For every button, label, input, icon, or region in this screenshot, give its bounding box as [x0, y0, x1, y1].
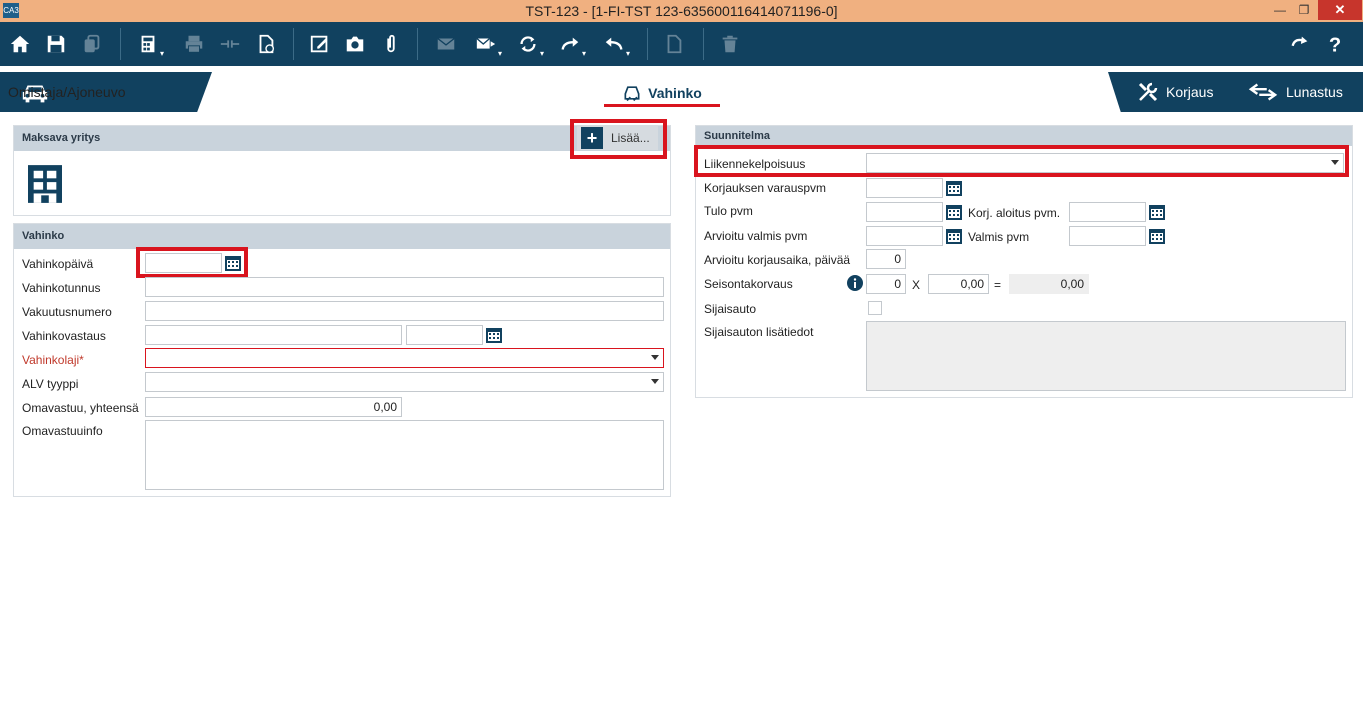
paperclip-icon[interactable]: [377, 29, 405, 59]
insurance-number-input[interactable]: [145, 301, 664, 321]
estimated-days-label: Arvioitu korjausaika, päivää: [704, 253, 851, 267]
copy-icon[interactable]: [78, 29, 106, 59]
document-check-icon[interactable]: [252, 29, 280, 59]
damage-id-input[interactable]: [145, 277, 664, 297]
deductible-info-textarea[interactable]: [145, 420, 664, 490]
help-icon[interactable]: ?: [1321, 29, 1349, 59]
merge-icon[interactable]: [216, 29, 244, 59]
calculator-icon[interactable]: ▾: [134, 29, 164, 59]
vat-type-select[interactable]: [145, 372, 664, 392]
home-icon[interactable]: [6, 29, 34, 59]
damage-date-label: Vahinkopäivä: [22, 257, 94, 271]
tab-owner-vehicle-label: Omistaja/Ajoneuvo: [8, 84, 126, 100]
downtime-days-input[interactable]: 0: [866, 274, 906, 294]
deductible-label: Omavastuu, yhteensä: [22, 401, 139, 415]
repair-start-label: Korj. aloitus pvm.: [968, 206, 1061, 220]
replacement-info-label: Sijaisauton lisätiedot: [704, 325, 814, 339]
downtime-label: Seisontakorvaus: [704, 277, 793, 291]
dropdown-arrow-icon: [651, 355, 659, 360]
exchange-arrows-icon: [1248, 83, 1278, 101]
tab-damage-label: Vahinko: [648, 85, 702, 101]
vat-type-label: ALV tyyppi: [22, 377, 79, 391]
forward-icon[interactable]: ▾: [556, 29, 586, 59]
damage-id-label: Vahinkotunnus: [22, 281, 101, 295]
downtime-rate-input[interactable]: 0,00: [928, 274, 989, 294]
mail-icon[interactable]: [432, 29, 460, 59]
svg-text:?: ?: [1329, 34, 1341, 55]
estimated-ready-label: Arvioitu valmis pvm: [704, 229, 808, 243]
calendar-icon[interactable]: [946, 228, 962, 244]
close-button[interactable]: ✕: [1318, 0, 1362, 20]
reply-icon[interactable]: ▾: [600, 29, 630, 59]
ready-date-input[interactable]: [1069, 226, 1146, 246]
equals-sign: =: [994, 278, 1002, 292]
repair-booking-date-label: Korjauksen varauspvm: [704, 181, 827, 195]
insurance-number-label: Vakuutusnumero: [22, 305, 112, 319]
damage-panel-header: Vahinko: [14, 224, 670, 249]
damage-handler-label: Vahinkovastaus: [22, 329, 106, 343]
window-title: TST-123 - [1-FI-TST 123-6356001164140711…: [525, 3, 838, 19]
replacement-car-checkbox[interactable]: [868, 301, 882, 315]
damage-handler-input[interactable]: [145, 325, 402, 345]
document-icon[interactable]: [660, 29, 688, 59]
tab-redemption-label: Lunastus: [1286, 84, 1343, 100]
car-crash-icon: [624, 86, 640, 102]
save-icon[interactable]: [42, 29, 70, 59]
print-icon[interactable]: [180, 29, 208, 59]
restore-button[interactable]: ❐: [1290, 0, 1318, 20]
repair-booking-date-input[interactable]: [866, 178, 943, 198]
estimated-days-input[interactable]: 0: [866, 249, 906, 269]
title-bar: CA3 TST-123 - [1-FI-TST 123-635600116414…: [0, 0, 1363, 22]
deductible-input[interactable]: 0,00: [145, 397, 402, 417]
deductible-info-label: Omavastuuinfo: [22, 424, 103, 438]
tab-repair[interactable]: Korjaus: [1136, 72, 1213, 112]
downtime-total-value: 0,00: [1009, 274, 1089, 294]
camera-icon[interactable]: [341, 29, 369, 59]
tab-owner-vehicle[interactable]: Omistaja/Ajoneuvo: [0, 72, 212, 112]
calendar-icon[interactable]: [1149, 204, 1165, 220]
tab-redemption[interactable]: Lunastus: [1248, 72, 1343, 112]
sync-icon[interactable]: ▾: [514, 29, 544, 59]
calendar-icon[interactable]: [1149, 228, 1165, 244]
ready-date-label: Valmis pvm: [968, 230, 1030, 244]
damage-type-label: Vahinkolaji*: [22, 353, 84, 367]
calendar-icon[interactable]: [946, 180, 962, 196]
edit-icon[interactable]: [306, 29, 334, 59]
replacement-car-label: Sijaisauto: [704, 302, 757, 316]
calendar-icon[interactable]: [946, 204, 962, 220]
trash-icon[interactable]: [716, 29, 744, 59]
tab-repair-label: Korjaus: [1166, 84, 1214, 100]
tab-group-right: Korjaus Lunastus: [1108, 72, 1363, 112]
highlight-damage-date: [136, 247, 248, 278]
times-sign: X: [912, 278, 921, 292]
info-icon[interactable]: [847, 275, 863, 291]
redo-icon[interactable]: [1286, 29, 1314, 59]
arrival-date-label: Tulo pvm: [704, 204, 753, 218]
building-icon: [28, 165, 62, 203]
repair-start-input[interactable]: [1069, 202, 1146, 222]
plan-panel-header: Suunnitelma: [696, 126, 1352, 146]
calendar-icon[interactable]: [486, 327, 502, 343]
damage-handler-date-input[interactable]: [406, 325, 483, 345]
dropdown-arrow-icon: [651, 379, 659, 384]
tab-damage[interactable]: Vahinko: [604, 80, 720, 107]
tab-bar: Omistaja/Ajoneuvo Vahinko Korjaus Lunast…: [0, 66, 1363, 112]
highlight-roadworthiness: [694, 145, 1349, 177]
active-tab-indicator: [604, 104, 720, 107]
highlight-add-button: [570, 119, 667, 159]
replacement-info-textarea[interactable]: [866, 321, 1346, 391]
toolbar: ▾ ▾ ▾ ▾ ▾ ?: [0, 22, 1363, 66]
tools-icon: [1138, 82, 1158, 102]
damage-type-select[interactable]: [145, 348, 664, 368]
estimated-ready-input[interactable]: [866, 226, 943, 246]
send-icon[interactable]: ▾: [472, 29, 502, 59]
arrival-date-input[interactable]: [866, 202, 943, 222]
